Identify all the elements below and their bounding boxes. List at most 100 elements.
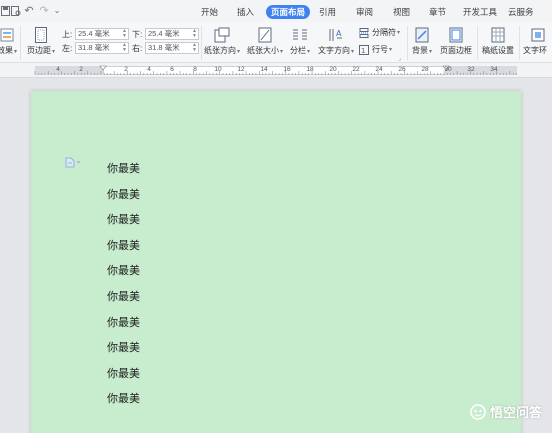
tab-home[interactable]: 开始 — [201, 5, 218, 19]
margin-left-label: 左: — [62, 43, 73, 53]
ruler-number: 22 — [352, 66, 360, 73]
breaks-label: 分隔符 — [372, 28, 396, 37]
orientation-icon — [214, 27, 230, 42]
watermark-text: 悟空问答 — [489, 405, 542, 420]
columns-label: 分栏 — [289, 46, 306, 55]
document-area[interactable]: ▾ 你最美 你最美 你最美 你最美 你最美 你最美 你最美 你最美 你最美 你最美 悟空问答 — [0, 79, 552, 433]
customize-toolbar-icon[interactable]: ⌄ — [53, 4, 61, 18]
line-numbers-icon: 1 — [359, 44, 369, 55]
orientation-label: 纸张方向 — [203, 46, 236, 55]
ruler-number: 2 — [124, 66, 128, 73]
document-line[interactable]: 你最美 — [107, 288, 140, 304]
undo-icon[interactable]: ↶ — [24, 4, 34, 18]
document-line[interactable]: 你最美 — [107, 339, 140, 355]
ruler-number: 20 — [329, 66, 337, 73]
theme-effects-label: 效果 — [0, 46, 13, 55]
margin-right-field[interactable]: 右: 31.8 毫米 ▲ ▼ — [132, 42, 199, 54]
tab-insert[interactable]: 插入 — [237, 5, 254, 19]
ruler-number: 26 — [398, 66, 406, 73]
tab-review[interactable]: 审阅 — [356, 5, 373, 19]
ruler-number: 30 — [444, 66, 452, 73]
line-numbers-button[interactable]: 1 行号 ▾ — [359, 44, 392, 55]
page-border-icon — [448, 27, 464, 42]
margin-bottom-label: 下: — [132, 29, 143, 39]
background-button[interactable]: 背景▾ — [409, 22, 435, 56]
horizontal-ruler[interactable]: 4 2 2 4 6 8 10 12 14 16 18 20 22 24 26 28 30 32 34 — [0, 63, 552, 78]
ruler-number: 8 — [193, 66, 197, 73]
text-direction-icon: A — [328, 27, 344, 42]
ruler-number: 12 — [237, 66, 245, 73]
margins-label: 页边距 — [26, 46, 51, 55]
text-direction-label: 文字方向 — [317, 46, 350, 55]
text-wrap-label: 文字环 — [523, 46, 547, 55]
wukong-logo-icon — [470, 403, 486, 420]
margins-icon — [33, 26, 49, 43]
ruler-number: 24 — [375, 66, 383, 73]
tab-references[interactable]: 引用 — [319, 5, 336, 19]
margins-button[interactable]: 页边距▾ — [26, 22, 56, 56]
document-line[interactable]: 你最美 — [107, 211, 140, 227]
svg-text:1: 1 — [361, 47, 365, 55]
print-preview-icon[interactable] — [11, 4, 21, 18]
watermark-logo: 悟空问答 — [470, 402, 542, 421]
columns-button[interactable]: 分栏▾ — [287, 22, 313, 56]
manuscript-settings-button[interactable]: 稿纸设置 — [479, 22, 517, 56]
menu-tab-bar: ↶ ↷ ⌄ 开始 插入 页面布局 引用 审阅 视图 章节 开发工具 云服务 — [0, 0, 552, 22]
breaks-button[interactable]: 分隔符 ▾ — [359, 27, 400, 38]
document-line[interactable]: 你最美 — [107, 390, 140, 406]
margin-top-label: 上: — [62, 29, 73, 39]
text-wrap-icon — [530, 27, 546, 42]
text-wrap-button[interactable]: 文字环 — [523, 22, 552, 56]
paper-size-button[interactable]: 纸张大小▾ — [246, 22, 284, 56]
document-line[interactable]: 你最美 — [107, 262, 140, 278]
svg-text:A: A — [336, 29, 342, 38]
theme-effects-button[interactable]: 效果▾ — [0, 22, 18, 56]
page-border-label: 页面边框 — [440, 46, 472, 55]
tab-section[interactable]: 章节 — [429, 5, 446, 19]
redo-icon[interactable]: ↷ — [39, 4, 49, 18]
paper-size-icon — [257, 27, 273, 42]
margin-bottom-value[interactable]: 25.4 毫米 — [148, 29, 180, 38]
document-line[interactable]: 你最美 — [107, 365, 140, 381]
manuscript-icon — [490, 27, 506, 42]
document-line[interactable]: 你最美 — [107, 314, 140, 330]
ruler-number: 34 — [490, 66, 498, 73]
tab-developer[interactable]: 开发工具 — [463, 5, 497, 19]
ruler-number: 14 — [260, 66, 268, 73]
ruler-number: 4 — [56, 66, 60, 73]
background-icon — [414, 27, 430, 42]
manuscript-label: 稿纸设置 — [482, 46, 514, 55]
orientation-button[interactable]: 纸张方向▾ — [203, 22, 241, 56]
save-icon[interactable] — [0, 4, 10, 18]
paper-size-label: 纸张大小 — [246, 46, 279, 55]
text-direction-button[interactable]: A 文字方向▾ — [316, 22, 356, 56]
margin-right-label: 右: — [132, 43, 143, 53]
ribbon-page-layout: 效果▾ 页边距▾ 上: 25.4 毫米 ▲ ▼ 下: 25.4 毫米 ▲ ▼ 左: 31… — [0, 22, 552, 63]
ruler-number: 16 — [283, 66, 291, 73]
page-setup-launcher-icon[interactable]: ⌟ — [398, 55, 401, 62]
margin-top-value[interactable]: 25.4 毫米 — [78, 29, 110, 38]
page-border-button[interactable]: 页面边框 — [437, 22, 475, 56]
effects-icon — [0, 27, 15, 42]
document-page[interactable]: ▾ 你最美 你最美 你最美 你最美 你最美 你最美 你最美 你最美 你最美 你最美 — [31, 91, 521, 433]
breaks-icon — [359, 27, 369, 38]
document-line[interactable]: 你最美 — [107, 160, 140, 176]
ruler-number: 4 — [147, 66, 151, 73]
document-line[interactable]: 你最美 — [107, 237, 140, 253]
margin-top-field[interactable]: 上: 25.4 毫米 ▲ ▼ — [62, 28, 129, 40]
line-numbers-label: 行号 — [372, 45, 388, 54]
margin-left-field[interactable]: 左: 31.8 毫米 ▲ ▼ — [62, 42, 129, 54]
tab-view[interactable]: 视图 — [393, 5, 410, 19]
margin-left-value[interactable]: 31.8 毫米 — [78, 43, 110, 52]
ruler-number: 32 — [467, 66, 475, 73]
paragraph-layout-icon[interactable]: ▾ — [65, 157, 80, 168]
tab-page-layout[interactable]: 页面布局 — [266, 5, 311, 19]
margin-bottom-field[interactable]: 下: 25.4 毫米 ▲ ▼ — [132, 28, 199, 40]
margin-right-value[interactable]: 31.8 毫米 — [148, 43, 180, 52]
ruler-number: 28 — [421, 66, 429, 73]
document-line[interactable]: 你最美 — [107, 186, 140, 202]
background-label: 背景 — [411, 46, 428, 55]
tab-cloud-service[interactable]: 云服务 — [508, 5, 534, 19]
ruler-number: 2 — [79, 66, 83, 73]
ruler-number: 18 — [306, 66, 314, 73]
